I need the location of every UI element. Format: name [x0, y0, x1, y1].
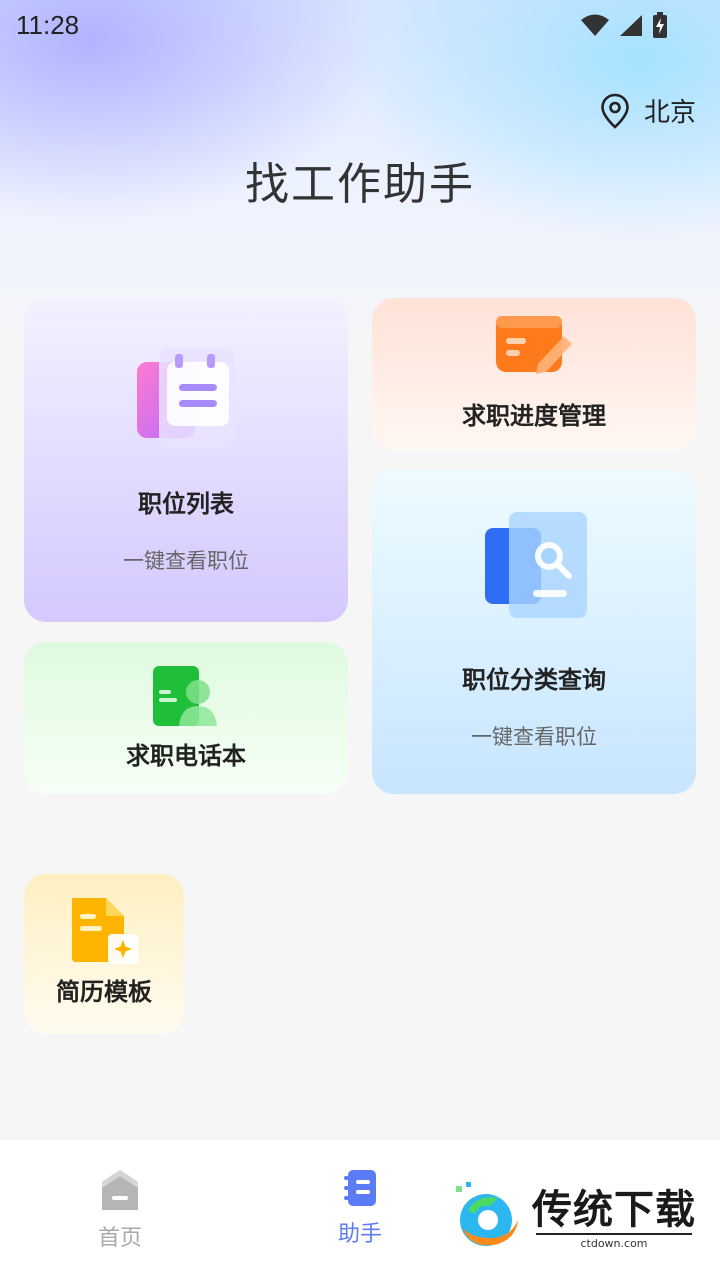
contact-book-icon [153, 666, 217, 726]
card-position-list[interactable]: 职位列表 一键查看职位 [24, 298, 348, 622]
card-category-search-subtitle: 一键查看职位 [471, 725, 597, 749]
watermark-text: 传统下载 [532, 1186, 696, 1233]
nav-tab-home[interactable]: 首页 [60, 1168, 180, 1252]
nav-tab-home-label: 首页 [97, 1226, 142, 1251]
nav-tab-assistant[interactable]: 助手 [300, 1168, 420, 1248]
card-position-list-title: 职位列表 [138, 490, 234, 518]
card-phonebook[interactable]: 求职电话本 [24, 642, 348, 794]
location-city: 北京 [643, 98, 696, 128]
nav-tab-assistant-label: 助手 [337, 1222, 382, 1247]
wifi-icon [581, 14, 609, 36]
watermark-text-group: 传统下载 ctdown.com [532, 1187, 696, 1250]
status-time: 11:28 [16, 9, 80, 40]
location-pin-icon [601, 93, 629, 129]
card-category-search-title: 职位分类查询 [462, 666, 606, 694]
book-search-icon [485, 512, 587, 618]
card-category-search[interactable]: 职位分类查询 一键查看职位 [372, 470, 696, 794]
status-icons [580, 12, 704, 38]
assistant-notebook-icon [344, 1170, 376, 1206]
watermark-subtext: ctdown.com [536, 1232, 692, 1250]
resume-doc-icon [72, 898, 138, 964]
home-icon [102, 1170, 138, 1210]
card-job-progress[interactable]: 求职进度管理 [372, 298, 696, 450]
status-bar: 11:28 [0, 0, 720, 50]
page-title: 找工作助手 [245, 159, 475, 210]
location-selector[interactable]: 北京 [600, 92, 696, 129]
card-phonebook-title: 求职电话本 [126, 742, 246, 770]
card-position-list-subtitle: 一键查看职位 [123, 549, 249, 573]
signal-icon [620, 15, 642, 36]
card-resume-template[interactable]: 简历模板 [24, 874, 184, 1034]
battery-icon [653, 12, 667, 38]
card-job-progress-title: 求职进度管理 [462, 402, 606, 430]
card-resume-template-title: 简历模板 [56, 978, 152, 1006]
edit-note-icon [496, 316, 572, 374]
watermark: 传统下载 ctdown.com [448, 1178, 698, 1258]
notepad-icon [137, 348, 235, 448]
watermark-logo-icon [456, 1182, 518, 1246]
